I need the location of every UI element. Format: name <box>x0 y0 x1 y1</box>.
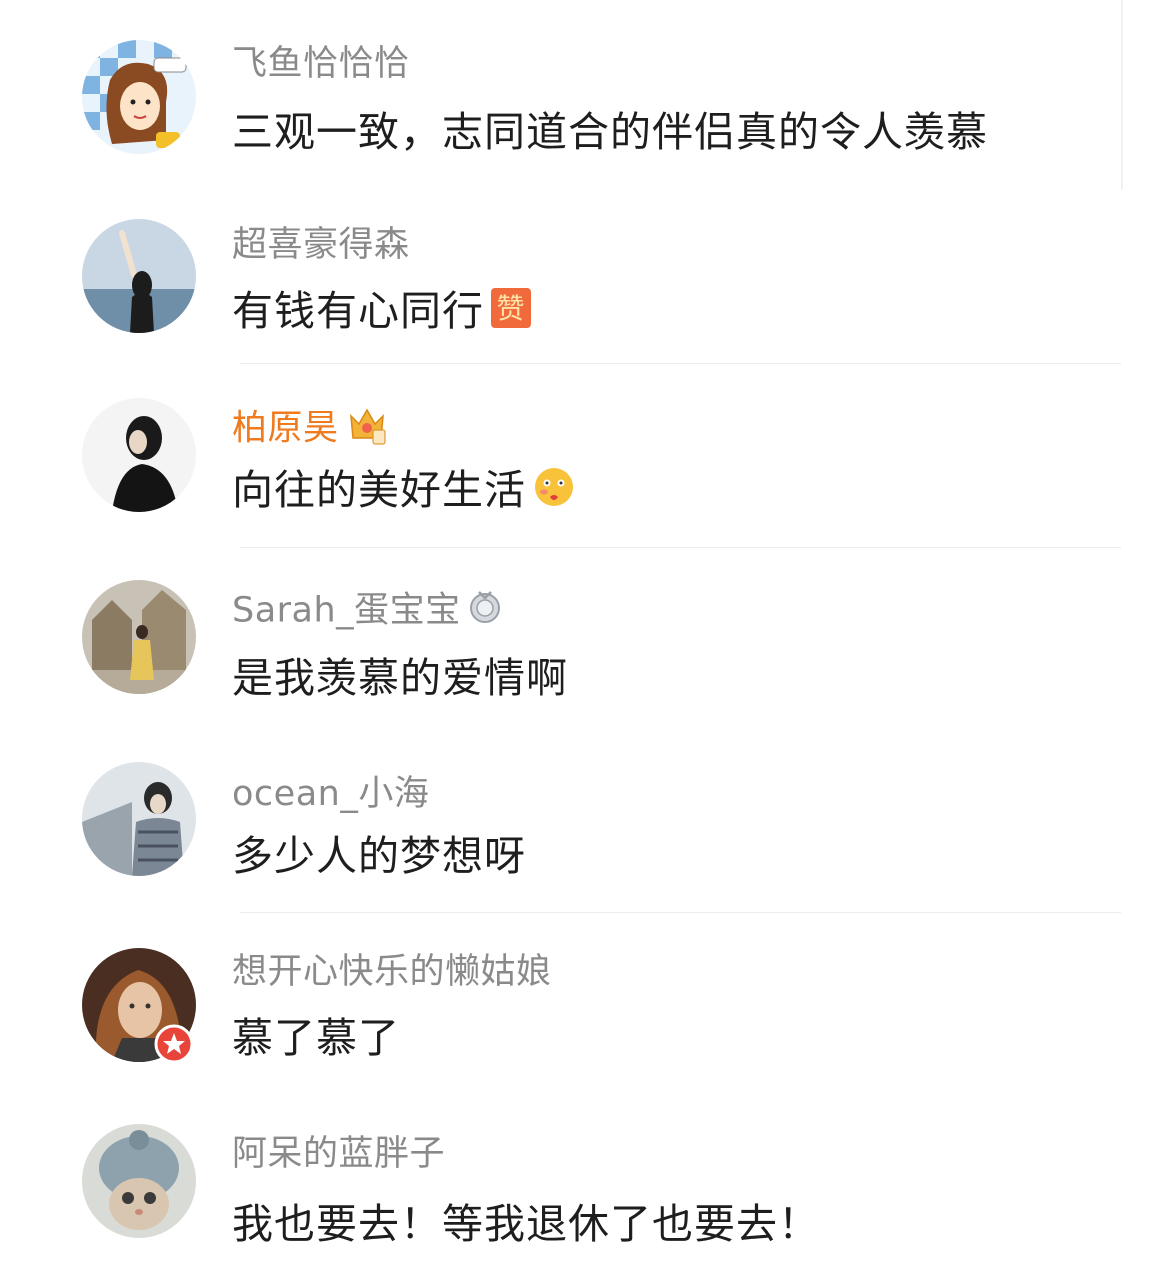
username[interactable]: 柏原昊 <box>232 402 389 457</box>
comment-item[interactable]: ocean_小海 多少人的梦想呀 <box>0 732 1169 913</box>
svg-text:赞: 赞 <box>496 292 525 325</box>
username[interactable]: 想开心快乐的懒姑娘 <box>232 950 552 994</box>
crown-icon <box>345 402 389 457</box>
medal-icon <box>467 588 503 635</box>
username[interactable]: ocean_小海 <box>232 772 429 816</box>
comment-item[interactable]: 阿呆的蓝胖子 我也要去！等我退休了也要去！ <box>0 1096 1169 1248</box>
comment-item[interactable]: 飞鱼恰恰恰 三观一致，志同道合的伴侣真的令人羡慕 <box>0 0 1169 156</box>
comment-list: 飞鱼恰恰恰 三观一致，志同道合的伴侣真的令人羡慕 超喜豪得森 有钱有心同行赞 柏… <box>0 0 1169 1278</box>
comment-item[interactable]: 柏原昊 向往的美好生活 <box>0 364 1169 548</box>
username[interactable]: 阿呆的蓝胖子 <box>232 1132 445 1176</box>
comment-text: 向往的美好生活 <box>232 464 576 521</box>
comment-text: 三观一致，志同道合的伴侣真的令人羡慕 <box>232 108 988 156</box>
avatar[interactable] <box>82 40 196 154</box>
comment-text-body: 向往的美好生活 <box>232 466 526 514</box>
avatar[interactable] <box>82 580 196 694</box>
username-text: Sarah_蛋宝宝 <box>232 590 461 631</box>
comment-item[interactable]: Sarah_蛋宝宝 是我羡慕的爱情啊 <box>0 548 1169 702</box>
username[interactable]: 飞鱼恰恰恰 <box>232 42 410 86</box>
username[interactable]: 超喜豪得森 <box>232 223 410 267</box>
comment-text: 多少人的梦想呀 <box>232 832 526 880</box>
comment-text-body: 有钱有心同行 <box>232 287 484 335</box>
zan-emoji-icon: 赞 <box>490 287 532 341</box>
comment-text: 我也要去！等我退休了也要去！ <box>232 1200 820 1248</box>
star-badge-icon <box>154 1024 194 1068</box>
comment-text: 是我羡慕的爱情啊 <box>232 654 568 702</box>
avatar[interactable] <box>82 398 196 512</box>
username[interactable]: Sarah_蛋宝宝 <box>232 588 503 635</box>
avatar[interactable] <box>82 762 196 876</box>
comment-text: 慕了慕了 <box>232 1014 400 1062</box>
blush-face-icon <box>532 465 576 521</box>
comment-text: 有钱有心同行赞 <box>232 285 532 341</box>
comment-item[interactable]: 想开心快乐的懒姑娘 慕了慕了 <box>0 912 1169 1064</box>
username-text: 柏原昊 <box>232 408 339 449</box>
avatar[interactable] <box>82 219 196 333</box>
avatar[interactable] <box>82 1124 196 1238</box>
comment-item[interactable]: 超喜豪得森 有钱有心同行赞 <box>0 185 1169 364</box>
